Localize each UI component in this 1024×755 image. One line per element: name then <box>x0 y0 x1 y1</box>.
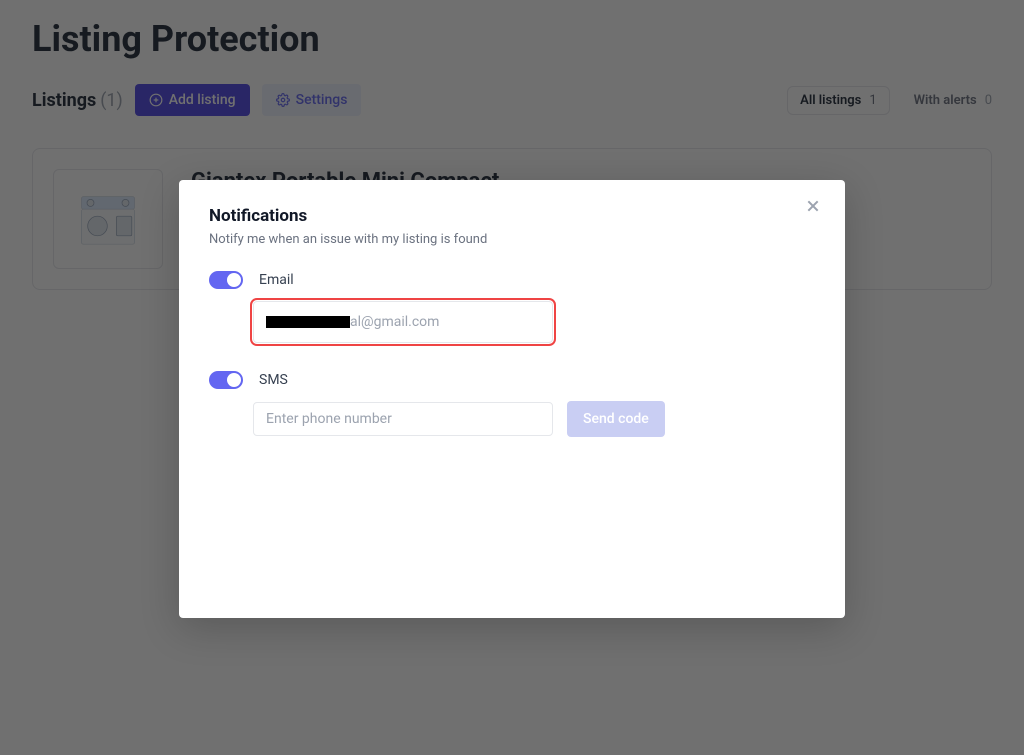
modal-title: Notifications <box>209 206 815 226</box>
email-value-suffix: al@gmail.com <box>350 314 439 330</box>
modal-overlay[interactable]: Notifications Notify me when an issue wi… <box>0 0 1024 755</box>
close-icon <box>805 198 821 214</box>
email-input[interactable]: al@gmail.com <box>253 301 553 343</box>
notifications-modal: Notifications Notify me when an issue wi… <box>179 180 845 618</box>
sms-toggle[interactable] <box>209 371 243 389</box>
email-toggle-label: Email <box>259 272 294 288</box>
email-toggle[interactable] <box>209 271 243 289</box>
redacted-email-prefix <box>266 316 350 328</box>
phone-input[interactable] <box>253 402 553 436</box>
modal-subtitle: Notify me when an issue with my listing … <box>209 232 815 247</box>
sms-toggle-label: SMS <box>259 372 288 388</box>
close-button[interactable] <box>805 198 825 218</box>
send-code-button[interactable]: Send code <box>567 401 665 437</box>
